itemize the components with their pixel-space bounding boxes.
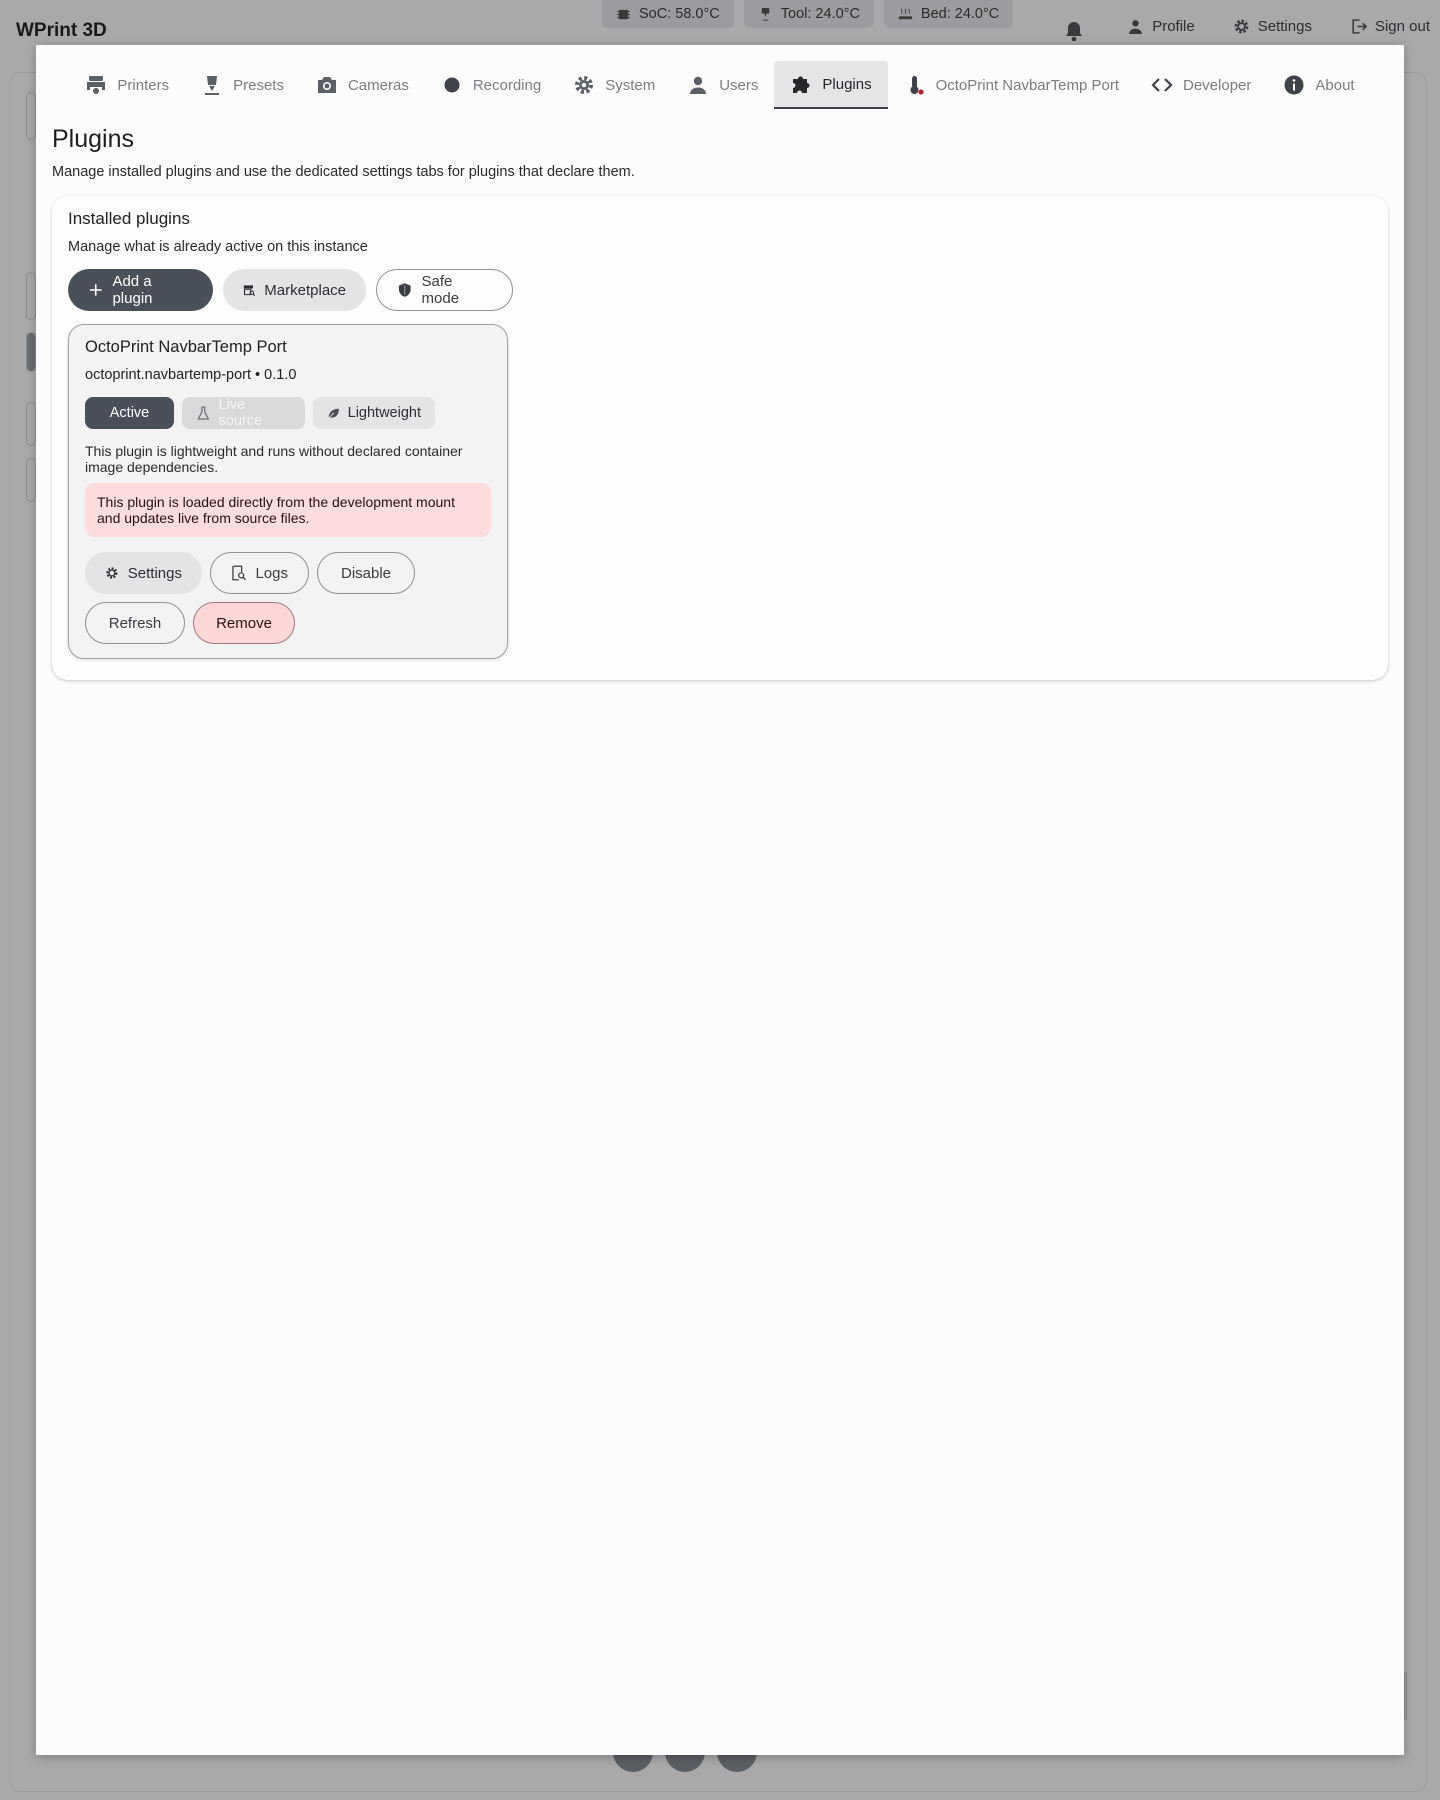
info-icon	[1284, 75, 1304, 95]
plugin-description: This plugin is lightweight and runs with…	[85, 443, 463, 475]
add-plugin-button[interactable]: Add a plugin	[68, 269, 213, 311]
background-card	[26, 272, 36, 320]
plugin-card: OctoPrint NavbarTemp Port octoprint.navb…	[68, 324, 508, 659]
app-title: WPrint 3D	[16, 20, 107, 41]
tab-label: Plugins	[822, 75, 872, 93]
bed-temp-chip[interactable]: Bed: 24.0°C	[883, 0, 1014, 28]
gear-icon	[575, 76, 594, 94]
add-plugin-label: Add a plugin	[112, 273, 153, 307]
background-card	[26, 92, 36, 140]
sign-out-label: Sign out	[1374, 18, 1430, 35]
tab-label: Printers	[117, 76, 170, 94]
plugin-disable-button[interactable]: Disable	[317, 552, 415, 594]
soc-temp-chip[interactable]: SoC: 58.0°C	[602, 0, 734, 28]
extruder-icon	[205, 76, 220, 95]
marketplace-button[interactable]: Marketplace	[223, 269, 366, 311]
tab-system[interactable]: System	[557, 61, 671, 109]
plugin-logs-label: Logs	[255, 564, 288, 582]
settings-dialog: Printers Presets Cameras Recording Syste…	[36, 45, 1404, 1755]
section-subtitle: Manage what is already active on this in…	[68, 239, 368, 255]
user-icon	[1129, 20, 1143, 34]
heated-bed-icon	[898, 8, 912, 19]
active-tag: Active	[85, 397, 174, 429]
camera-icon	[317, 77, 336, 93]
safe-mode-button[interactable]: Safe mode	[376, 269, 513, 311]
leaf-icon	[328, 408, 339, 419]
settings-button[interactable]: Settings	[1233, 18, 1312, 35]
shield-icon	[398, 283, 411, 297]
logout-icon	[1352, 19, 1367, 34]
tab-printers[interactable]: Printers	[69, 61, 185, 109]
plugin-disable-label: Disable	[340, 564, 392, 582]
background-card	[26, 402, 36, 446]
sign-out-button[interactable]: Sign out	[1350, 18, 1430, 35]
tab-label: Recording	[472, 76, 542, 94]
tab-label: Developer	[1183, 76, 1252, 94]
tab-octoprint-navbartemp-port[interactable]: OctoPrint NavbarTemp Port	[888, 61, 1135, 109]
tool-temp-label: Tool: 24.0°C	[780, 6, 860, 22]
page-subtitle: Manage installed plugins and use the ded…	[52, 164, 635, 180]
gear-icon	[106, 567, 118, 579]
plugin-refresh-label: Refresh	[108, 614, 162, 632]
bed-temp-label: Bed: 24.0°C	[920, 6, 1000, 22]
log-search-icon	[232, 565, 246, 581]
tab-presets[interactable]: Presets	[185, 61, 300, 109]
plus-icon	[89, 284, 102, 296]
background-card	[1404, 1672, 1407, 1720]
development-mount-notice: This plugin is loaded directly from the …	[85, 483, 491, 537]
soc-temp-label: SoC: 58.0°C	[639, 6, 720, 22]
store-search-icon	[243, 285, 256, 297]
live-source-label: Live source	[218, 397, 263, 429]
background-card	[26, 458, 36, 502]
tab-recording[interactable]: Recording	[425, 61, 557, 109]
live-source-tag: Live source	[182, 397, 305, 429]
bell-icon[interactable]	[1064, 20, 1084, 42]
tool-temp-chip[interactable]: Tool: 24.0°C	[743, 0, 874, 28]
tab-plugins[interactable]: Plugins	[774, 61, 888, 109]
tab-cameras[interactable]: Cameras	[300, 61, 425, 109]
active-tag-label: Active	[109, 405, 150, 421]
plugin-remove-button[interactable]: Remove	[193, 602, 295, 644]
puzzle-icon	[793, 76, 810, 93]
page-title: Plugins	[52, 125, 134, 153]
record-dot-icon	[444, 77, 460, 93]
code-icon	[1151, 78, 1173, 92]
settings-label: Settings	[1257, 18, 1312, 35]
nozzle-icon	[761, 7, 770, 21]
tab-label: System	[605, 76, 656, 94]
tab-developer[interactable]: Developer	[1135, 61, 1267, 109]
flask-icon	[197, 405, 210, 420]
plugin-logs-button[interactable]: Logs	[210, 552, 309, 594]
settings-tabs: Printers Presets Cameras Recording Syste…	[36, 61, 1404, 109]
tab-users[interactable]: Users	[671, 61, 774, 109]
status-chips: SoC: 58.0°C Tool: 24.0°C Bed: 24.0°C	[602, 0, 1014, 28]
printer-icon	[87, 76, 106, 94]
tab-label: Presets	[233, 76, 284, 94]
thermometer-icon	[910, 76, 924, 95]
profile-button[interactable]: Profile	[1127, 18, 1195, 35]
chip-icon	[616, 9, 631, 19]
marketplace-label: Marketplace	[264, 281, 346, 299]
plugin-settings-button[interactable]: Settings	[85, 552, 202, 594]
tab-about[interactable]: About	[1267, 61, 1370, 109]
profile-label: Profile	[1152, 18, 1195, 35]
plugin-remove-label: Remove	[216, 614, 272, 632]
installed-plugins-card: Installed plugins Manage what is already…	[52, 196, 1388, 680]
top-actions: Profile Settings Sign out	[1127, 18, 1430, 35]
section-title: Installed plugins	[68, 209, 190, 228]
plugin-id-version: octoprint.navbartemp-port • 0.1.0	[85, 367, 297, 383]
lightweight-label: Lightweight	[347, 405, 421, 421]
tab-label: OctoPrint NavbarTemp Port	[935, 76, 1119, 94]
tab-label: Cameras	[347, 76, 409, 94]
tab-label: Users	[719, 76, 759, 94]
plugin-refresh-button[interactable]: Refresh	[85, 602, 185, 644]
background-card	[26, 332, 36, 372]
tab-label: About	[1315, 76, 1355, 94]
user-icon	[690, 76, 707, 94]
lightweight-tag: Lightweight	[313, 397, 435, 429]
plugin-name: OctoPrint NavbarTemp Port	[85, 338, 287, 356]
safe-mode-label: Safe mode	[421, 273, 460, 307]
gear-icon	[1234, 19, 1249, 34]
plugin-settings-label: Settings	[127, 564, 182, 582]
